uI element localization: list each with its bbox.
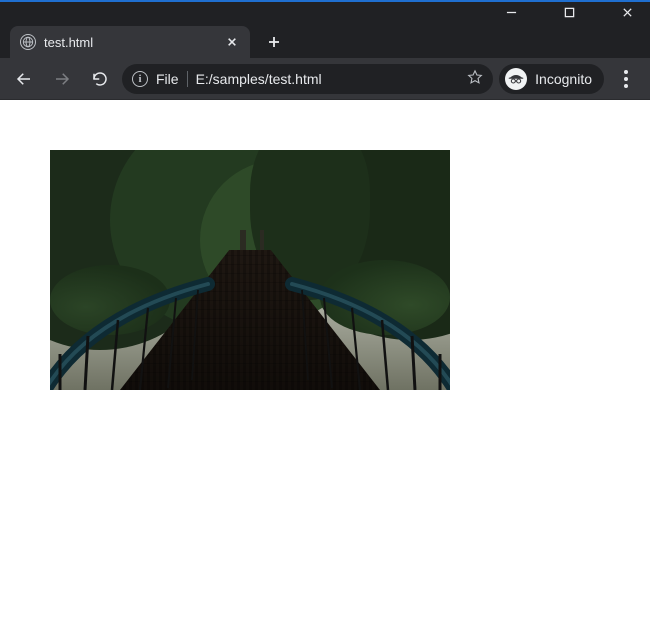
- new-tab-button[interactable]: [260, 28, 288, 56]
- url-path: E:/samples/test.html: [196, 71, 460, 87]
- page-viewport: [0, 100, 650, 623]
- forward-button[interactable]: [46, 63, 78, 95]
- tab-strip: test.html: [0, 22, 650, 58]
- window-maximize-button[interactable]: [554, 2, 584, 22]
- bookmark-button[interactable]: [467, 69, 483, 88]
- window-minimize-button[interactable]: [496, 2, 526, 22]
- incognito-label: Incognito: [535, 71, 592, 87]
- back-button[interactable]: [8, 63, 40, 95]
- address-bar[interactable]: i File E:/samples/test.html: [122, 64, 493, 94]
- browser-tab[interactable]: test.html: [10, 26, 250, 58]
- incognito-icon: [505, 68, 527, 90]
- window-controls: [0, 2, 650, 22]
- reload-button[interactable]: [84, 63, 116, 95]
- separator: [187, 71, 188, 87]
- incognito-indicator[interactable]: Incognito: [499, 64, 604, 94]
- page-image: [50, 150, 450, 390]
- browser-menu-button[interactable]: [610, 63, 642, 95]
- tab-close-button[interactable]: [224, 34, 240, 50]
- window-close-button[interactable]: [612, 2, 642, 22]
- url-scheme: File: [156, 71, 179, 87]
- tab-title: test.html: [44, 35, 216, 50]
- kebab-icon: [624, 70, 628, 88]
- globe-icon: [20, 34, 36, 50]
- site-info-icon[interactable]: i: [132, 71, 148, 87]
- toolbar: i File E:/samples/test.html Incognito: [0, 58, 650, 100]
